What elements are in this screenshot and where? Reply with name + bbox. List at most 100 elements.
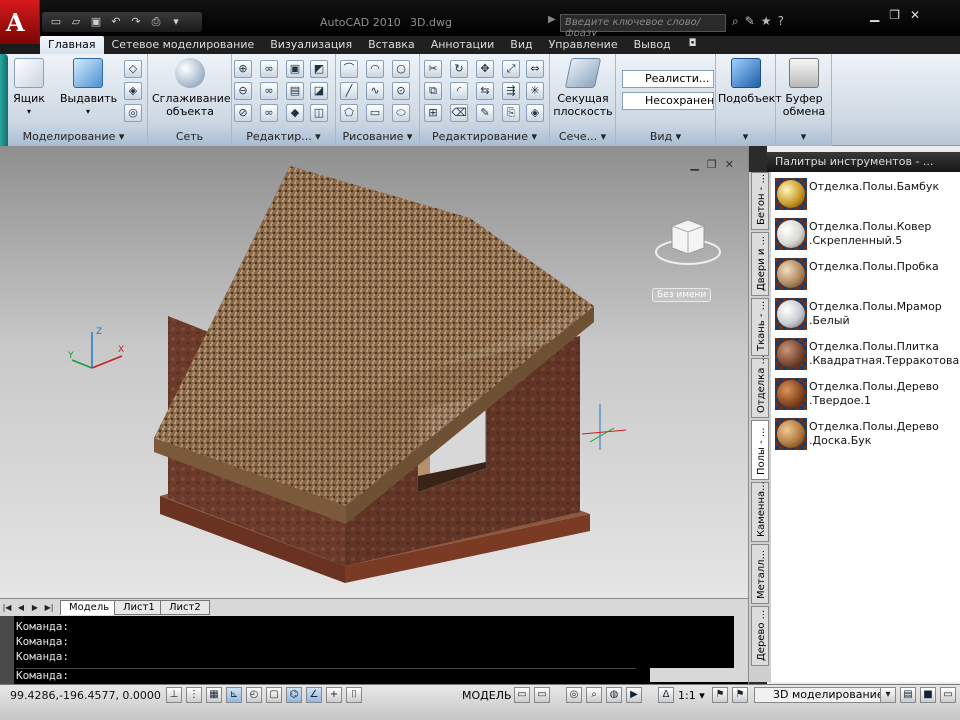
- search-expand-icon[interactable]: ▶: [548, 14, 556, 25]
- help-icon[interactable]: ?: [778, 14, 784, 29]
- arc-icon[interactable]: ◠: [366, 60, 384, 78]
- panel-draw-title[interactable]: Рисование ▾: [336, 128, 419, 146]
- palette-item-cork[interactable]: Отделка.Полы.Пробка: [773, 256, 959, 294]
- line-icon[interactable]: ╱: [340, 82, 358, 100]
- union-icon[interactable]: ⊕: [234, 60, 252, 78]
- tab-home[interactable]: Главная: [40, 36, 104, 54]
- slice-icon[interactable]: ◫: [310, 104, 328, 122]
- ellipse-icon[interactable]: ⬭: [392, 104, 410, 122]
- steeringwheel-icon[interactable]: ◎: [566, 687, 582, 703]
- minimize-icon[interactable]: ▁: [870, 8, 879, 22]
- 3d-object-snap-icon[interactable]: ⌬: [286, 687, 302, 703]
- tab-output[interactable]: Вывод: [626, 36, 679, 54]
- command-prompt[interactable]: Команда:: [16, 668, 636, 682]
- section-plane-button[interactable]: Секущая плоскость: [552, 58, 614, 118]
- visual-style-select[interactable]: Реалисти...: [622, 70, 714, 88]
- close-icon[interactable]: ✕: [910, 8, 920, 22]
- polar-tracking-icon[interactable]: ◴: [246, 687, 262, 703]
- palette-item-carpet[interactable]: Отделка.Полы.Ковер .Скрепленный.5: [773, 216, 959, 254]
- point-icon[interactable]: ⊙: [392, 82, 410, 100]
- taper-faces-icon[interactable]: ▤: [286, 82, 304, 100]
- infer-constraints-icon[interactable]: ⊥: [166, 687, 182, 703]
- tab-layout2[interactable]: Лист2: [160, 600, 210, 615]
- first-layout-icon[interactable]: |◀: [2, 602, 12, 614]
- tab-layout1[interactable]: Лист1: [114, 600, 164, 615]
- subtract-icon[interactable]: ⊖: [234, 82, 252, 100]
- workspace-select[interactable]: 3D моделирование: [754, 687, 889, 703]
- circle-icon[interactable]: ○: [392, 60, 410, 78]
- palette-item-terracotta-tile[interactable]: Отделка.Полы.Плитка .Квадратная.Терракото…: [773, 336, 960, 374]
- match-properties-icon[interactable]: ✎: [476, 104, 494, 122]
- intersect-icon[interactable]: ⊘: [234, 104, 252, 122]
- offset-icon[interactable]: ⇶: [502, 82, 520, 100]
- quick-view-drawings-icon[interactable]: ▭: [534, 687, 550, 703]
- model-space-toggle[interactable]: МОДЕЛЬ: [462, 689, 512, 702]
- last-layout-icon[interactable]: ▶|: [44, 602, 54, 614]
- polyline-icon[interactable]: ⌒: [340, 60, 358, 78]
- annotation-scale-icon[interactable]: Δ: [658, 687, 674, 703]
- wcs-menu[interactable]: Без имени: [652, 288, 712, 302]
- sweep-icon[interactable]: ◎: [124, 104, 142, 122]
- explode-icon[interactable]: ✳: [526, 82, 544, 100]
- panel-section-title[interactable]: Сече... ▾: [550, 128, 615, 146]
- panel-modify-title[interactable]: Редактирование ▾: [420, 128, 549, 146]
- erase-icon[interactable]: ⌫: [450, 104, 468, 122]
- drawing-viewport[interactable]: ▁ ❐ ✕ Z X Y Без имени: [0, 146, 748, 598]
- command-window[interactable]: Команда: Команда: Команда: Команда:: [0, 616, 748, 684]
- separate-icon[interactable]: ∞: [260, 82, 278, 100]
- tab-model[interactable]: Модель: [60, 600, 119, 615]
- annotation-scale-select[interactable]: 1:1 ▾: [678, 689, 705, 702]
- ortho-mode-icon[interactable]: ⊾: [226, 687, 242, 703]
- fillet-icon[interactable]: ◜: [450, 82, 468, 100]
- auto-scale-icon[interactable]: ⚑: [732, 687, 748, 703]
- zoom-icon[interactable]: ⌕: [586, 687, 602, 703]
- tab-insert[interactable]: Вставка: [360, 36, 423, 54]
- layer-icon[interactable]: ◈: [526, 104, 544, 122]
- viewport-hscrollbar[interactable]: [650, 668, 748, 682]
- plot-icon[interactable]: ⎙: [148, 15, 164, 29]
- palette-item-beech-plank[interactable]: Отделка.Полы.Дерево .Доска.Бук: [773, 416, 959, 454]
- showmotion-icon[interactable]: ▶: [626, 687, 642, 703]
- redo-icon[interactable]: ↷: [128, 15, 144, 29]
- palette-tab-wood[interactable]: Дерево ...: [751, 606, 769, 666]
- undo-icon[interactable]: ↶: [108, 15, 124, 29]
- viewcube[interactable]: [652, 212, 724, 272]
- extrude-button[interactable]: Выдавить ▾: [60, 58, 117, 118]
- search-input[interactable]: Введите ключевое слово/фразу: [560, 14, 726, 39]
- chamfer-edge-icon[interactable]: ◪: [310, 82, 328, 100]
- subobject-button[interactable]: Подобъект: [718, 58, 782, 105]
- object-snap-tracking-icon[interactable]: ∠: [306, 687, 322, 703]
- grid-display-icon[interactable]: ▦: [206, 687, 222, 703]
- open-folder-icon[interactable]: ▱: [68, 15, 84, 29]
- presspull-icon[interactable]: ◈: [124, 82, 142, 100]
- stretch-icon[interactable]: ⇔: [526, 60, 544, 78]
- shell-icon[interactable]: ◆: [286, 104, 304, 122]
- trim-icon[interactable]: ✂: [424, 60, 442, 78]
- polysolid-icon[interactable]: ◇: [124, 60, 142, 78]
- panel-subobject-title[interactable]: ▾: [716, 128, 775, 146]
- dynamic-input-icon[interactable]: ⌷: [346, 687, 362, 703]
- coordinates-readout[interactable]: 99.4286,-196.4577, 0.0000: [10, 689, 161, 702]
- qat-dropdown-icon[interactable]: ▾: [168, 15, 184, 29]
- extrude-faces-icon[interactable]: ▣: [286, 60, 304, 78]
- quick-view-layouts-icon[interactable]: ▭: [514, 687, 530, 703]
- restore-icon[interactable]: ❐: [889, 8, 900, 22]
- array-icon[interactable]: ⊞: [424, 104, 442, 122]
- panel-modeling-title[interactable]: Моделирование ▾: [0, 128, 147, 146]
- tab-annotate[interactable]: Аннотации: [423, 36, 503, 54]
- save-icon[interactable]: ▣: [88, 15, 104, 29]
- move-icon[interactable]: ✥: [476, 60, 494, 78]
- binoculars-icon[interactable]: ⌕: [732, 14, 739, 29]
- lock-icon[interactable]: ▾: [880, 687, 896, 703]
- palette-item-hardwood[interactable]: Отделка.Полы.Дерево .Твердое.1: [773, 376, 959, 414]
- panel-clipboard-title[interactable]: ▾: [776, 128, 831, 146]
- palette-item-marble[interactable]: Отделка.Полы.Мрамор .Белый: [773, 296, 959, 334]
- object-snap-icon[interactable]: ▢: [266, 687, 282, 703]
- extract-edges-icon[interactable]: ∞: [260, 60, 278, 78]
- new-file-icon[interactable]: ▭: [48, 15, 64, 29]
- smooth-object-button[interactable]: Сглаживание объекта: [152, 58, 231, 118]
- next-layout-icon[interactable]: ▶: [30, 602, 40, 614]
- mirror-icon[interactable]: ⧉: [424, 82, 442, 100]
- ribbon-minimize-icon[interactable]: ◘: [679, 36, 707, 54]
- rectangle-icon[interactable]: ▭: [366, 104, 384, 122]
